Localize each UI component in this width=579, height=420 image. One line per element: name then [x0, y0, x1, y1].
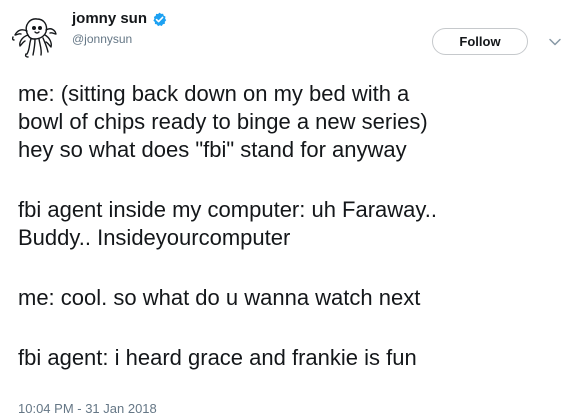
tweet-line: me: cool. so what do u wanna watch next — [18, 285, 421, 310]
avatar[interactable] — [10, 13, 58, 59]
tweet-card: jomny sun @jonnysun Follow me: (sitting … — [0, 0, 579, 420]
tweet-paragraph: me: (sitting back down on my bed with a … — [18, 80, 574, 164]
tweet-timestamp[interactable]: 10:04 PM - 31 Jan 2018 — [18, 401, 157, 417]
tweet-line: hey so what does "fbi" stand for anyway — [18, 137, 407, 162]
tweet-paragraph: fbi agent: i heard grace and frankie is … — [18, 344, 574, 372]
author-display-name[interactable]: jomny sun — [72, 9, 147, 29]
follow-button[interactable]: Follow — [432, 28, 528, 55]
tweet-paragraph: me: cool. so what do u wanna watch next — [18, 284, 574, 312]
tweet-line: fbi agent inside my computer: uh Faraway… — [18, 197, 438, 222]
tweet-line: Buddy.. Insideyourcomputer — [18, 225, 291, 250]
tweet-text: me: (sitting back down on my bed with a … — [18, 80, 574, 404]
author-handle[interactable]: @jonnysun — [72, 31, 167, 47]
tweet-paragraph: fbi agent inside my computer: uh Faraway… — [18, 196, 574, 252]
author-name-row: jomny sun — [72, 8, 167, 30]
tweet-line: me: (sitting back down on my bed with a — [18, 81, 410, 106]
doodle-alien-avatar-icon — [11, 18, 57, 58]
verified-badge-icon — [152, 12, 167, 27]
chevron-down-icon[interactable] — [547, 34, 563, 50]
tweet-line: fbi agent: i heard grace and frankie is … — [18, 345, 417, 370]
author-block: jomny sun @jonnysun — [72, 8, 167, 47]
tweet-line: bowl of chips ready to binge a new serie… — [18, 109, 428, 134]
